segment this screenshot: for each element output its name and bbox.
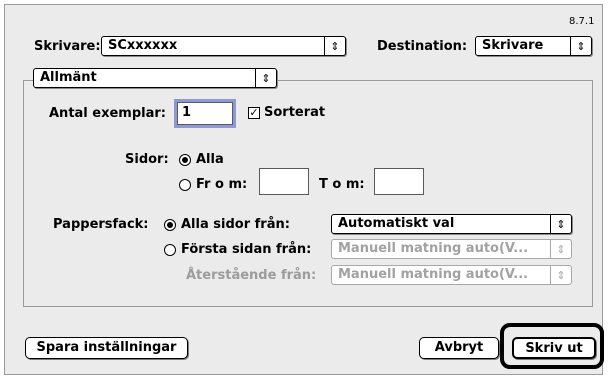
chevron-updown-icon: ⇕ xyxy=(255,69,276,87)
remaining-popup[interactable]: Manuell matning auto(V... ⇕ xyxy=(331,265,572,285)
collate-checkbox[interactable]: ✓ xyxy=(248,107,260,119)
to-field[interactable] xyxy=(374,168,424,195)
pages-label: Sidor: xyxy=(125,152,169,167)
printer-popup-value: SCxxxxxx xyxy=(108,38,178,53)
from-field[interactable] xyxy=(259,168,309,195)
chevron-updown-icon: ⇕ xyxy=(550,266,571,284)
copies-field[interactable]: 1 xyxy=(174,99,236,128)
chevron-updown-icon: ⇕ xyxy=(550,240,571,258)
remaining-popup-value: Manuell matning auto(V... xyxy=(338,267,529,282)
first-page-label: Första sidan från: xyxy=(181,242,312,257)
print-button-highlight xyxy=(500,323,604,369)
pages-range-radio[interactable] xyxy=(179,179,191,191)
version-label: 8.7.1 xyxy=(569,16,595,27)
save-settings-button[interactable]: Spara inställningar xyxy=(25,337,188,359)
copies-field-value: 1 xyxy=(182,105,192,120)
to-label: T o m: xyxy=(319,177,365,192)
check-icon: ✓ xyxy=(249,106,259,119)
from-label: Fr o m: xyxy=(196,177,248,192)
all-pages-popup-value: Automatiskt val xyxy=(338,216,455,231)
remaining-label: Återstående från: xyxy=(186,268,317,283)
all-pages-popup[interactable]: Automatiskt val ⇕ xyxy=(331,214,572,234)
print-dialog: 8.7.1 Skrivare: SCxxxxxx ⇕ Destination: … xyxy=(4,4,603,375)
collate-label: Sorterat xyxy=(264,105,326,120)
all-pages-radio[interactable] xyxy=(164,219,176,231)
destination-popup[interactable]: Skrivare ⇕ xyxy=(475,36,592,56)
chevron-updown-icon: ⇕ xyxy=(550,215,571,233)
printer-label: Skrivare: xyxy=(34,39,101,54)
printer-popup[interactable]: SCxxxxxx ⇕ xyxy=(101,36,346,56)
chevron-updown-icon: ⇕ xyxy=(570,37,591,55)
first-page-popup[interactable]: Manuell matning auto(V... ⇕ xyxy=(331,239,572,259)
chevron-updown-icon: ⇕ xyxy=(324,37,345,55)
cancel-button[interactable]: Avbryt xyxy=(419,337,499,359)
paper-source-label: Pappersfack: xyxy=(53,217,149,232)
copies-label: Antal exemplar: xyxy=(49,106,166,121)
all-pages-label: Alla sidor från: xyxy=(181,217,290,232)
destination-label: Destination: xyxy=(377,39,468,54)
panel-popup-value: Allmänt xyxy=(40,70,97,85)
panel-popup[interactable]: Allmänt ⇕ xyxy=(33,68,277,88)
pages-all-label: Alla xyxy=(196,152,224,167)
first-page-radio[interactable] xyxy=(164,244,176,256)
destination-popup-value: Skrivare xyxy=(482,38,544,53)
pages-all-radio[interactable] xyxy=(179,154,191,166)
first-page-popup-value: Manuell matning auto(V... xyxy=(338,241,529,256)
